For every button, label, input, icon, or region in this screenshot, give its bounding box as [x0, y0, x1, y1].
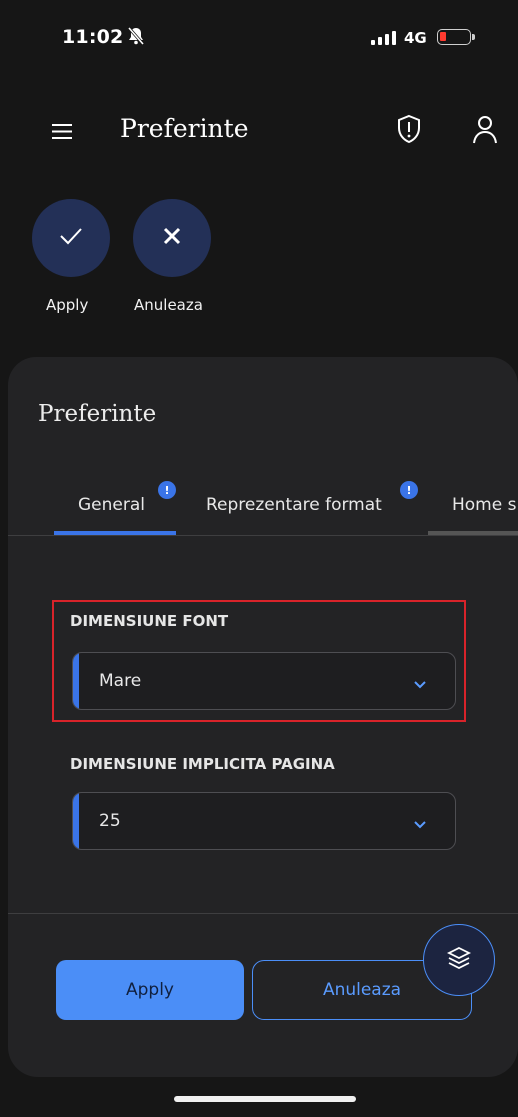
font-size-select[interactable]: Mare [72, 652, 456, 710]
bell-muted-icon [126, 26, 146, 50]
page-size-select[interactable]: 25 [72, 792, 456, 850]
network-type: 4G [404, 29, 427, 47]
card-title: Preferinte [38, 401, 157, 427]
layers-fab-button[interactable] [423, 924, 495, 996]
apply-action-button[interactable] [32, 199, 110, 277]
tab-general[interactable]: General [78, 495, 145, 515]
font-size-label: DIMENSIUNE FONT [70, 612, 229, 630]
select-accent [73, 653, 79, 709]
status-time: 11:02 [62, 26, 124, 48]
cancel-action-button[interactable] [133, 199, 211, 277]
close-icon [162, 226, 182, 250]
apply-button[interactable]: Apply [56, 960, 244, 1020]
page-size-label: DIMENSIUNE IMPLICITA PAGINA [70, 755, 335, 773]
page-title: Preferinte [120, 114, 249, 143]
tab-general-badge: ! [158, 481, 176, 499]
page-size-value: 25 [99, 811, 121, 831]
footer-divider [8, 913, 518, 914]
tab-home[interactable]: Home s [452, 495, 516, 515]
chevron-down-icon [413, 675, 427, 694]
check-icon [59, 226, 83, 250]
tabs-divider [8, 535, 518, 536]
select-accent [73, 793, 79, 849]
tab-format-badge: ! [400, 481, 418, 499]
chevron-down-icon [413, 815, 427, 834]
signal-icon [371, 30, 399, 49]
font-size-value: Mare [99, 671, 142, 691]
cancel-action-label: Anuleaza [134, 296, 203, 314]
layers-icon [446, 945, 472, 975]
menu-icon[interactable] [52, 124, 74, 144]
preferences-card: Preferinte General ! Reprezentare format… [8, 357, 518, 1077]
home-indicator [174, 1096, 356, 1102]
battery-icon [437, 29, 475, 45]
tab-reprezentare-format[interactable]: Reprezentare format [206, 495, 382, 515]
user-icon[interactable] [472, 114, 498, 148]
shield-alert-icon[interactable] [396, 114, 422, 148]
apply-action-label: Apply [46, 296, 89, 314]
